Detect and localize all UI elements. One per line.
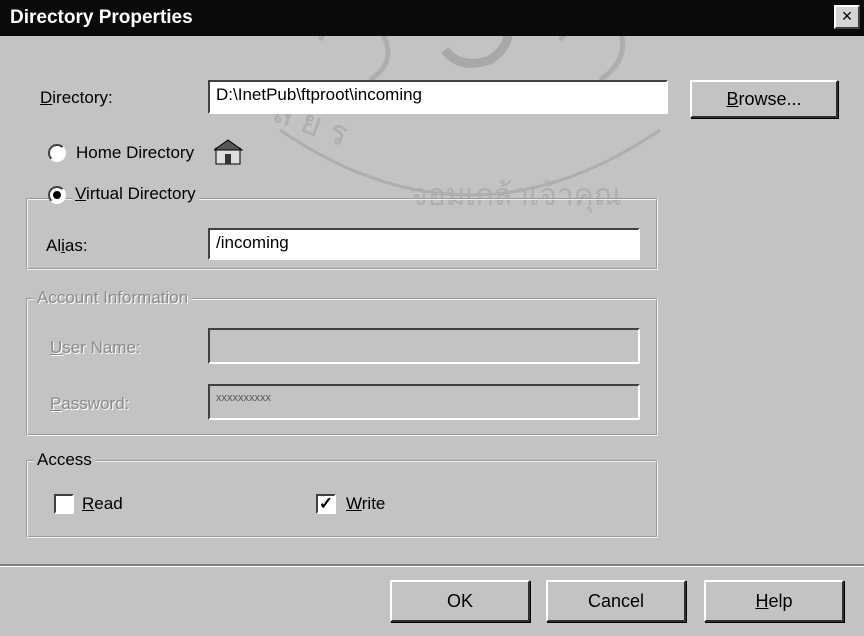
close-button[interactable]: × xyxy=(834,5,860,29)
username-label: User Name: xyxy=(50,338,141,357)
home-icon xyxy=(214,139,244,165)
write-checkbox[interactable]: ✓ xyxy=(316,494,336,514)
window-title: Directory Properties xyxy=(10,7,193,28)
virtual-directory-radio[interactable] xyxy=(48,186,66,204)
access-title: Access xyxy=(34,450,95,470)
alias-field[interactable]: /incoming xyxy=(208,228,640,260)
home-directory-radio[interactable] xyxy=(48,144,66,162)
home-directory-label[interactable]: Home Directory xyxy=(76,143,194,163)
alias-label: Alias: xyxy=(46,236,88,255)
account-information-title: Account Information xyxy=(34,288,192,308)
title-bar: Directory Properties × xyxy=(0,0,864,36)
browse-button[interactable]: Browse... xyxy=(690,80,838,118)
directory-label: Directory: xyxy=(40,88,113,107)
help-button[interactable]: Help xyxy=(704,580,844,622)
directory-field[interactable]: D:\InetPub\ftproot\incoming xyxy=(208,80,668,114)
cancel-button[interactable]: Cancel xyxy=(546,580,686,622)
close-icon: × xyxy=(841,6,853,26)
password-field[interactable]: xxxxxxxxxx xyxy=(208,384,640,420)
username-field[interactable] xyxy=(208,328,640,364)
ok-button[interactable]: OK xyxy=(390,580,530,622)
footer-separator xyxy=(0,564,864,567)
read-label[interactable]: Read xyxy=(82,494,123,514)
write-label[interactable]: Write xyxy=(346,494,385,514)
virtual-directory-label[interactable]: Virtual Directory xyxy=(72,184,199,204)
read-checkbox[interactable] xyxy=(54,494,74,514)
password-label: Password: xyxy=(50,394,130,413)
